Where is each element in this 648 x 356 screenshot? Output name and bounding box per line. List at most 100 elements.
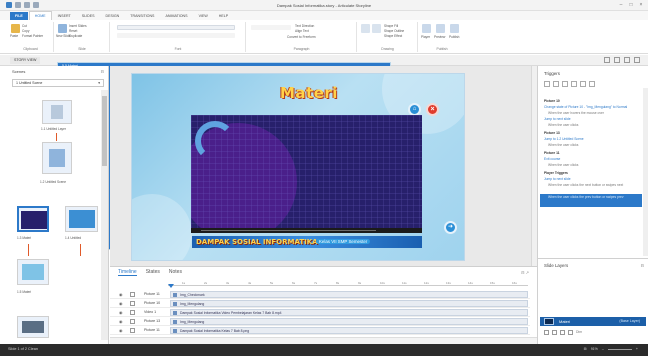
layout-icon[interactable]: [614, 57, 620, 63]
tab-help[interactable]: HELP: [214, 12, 233, 20]
trigger-condition[interactable]: When the user clicks: [544, 163, 578, 167]
slide-canvas[interactable]: Materi ⌂ × DAMPAK SOSIAL INFORMATIKA Kel…: [131, 73, 465, 261]
tab-insert[interactable]: INSERT: [53, 12, 76, 20]
zoom-out-icon[interactable]: –: [602, 347, 604, 351]
trigger-action[interactable]: Jump to next slide: [544, 177, 571, 181]
duplicate-button[interactable]: Duplicate: [69, 34, 82, 38]
eye-icon[interactable]: ◉: [119, 319, 123, 324]
lock-icon[interactable]: [130, 292, 135, 297]
trigger-group-header[interactable]: Picture 10: [544, 99, 560, 103]
copy-trigger-icon[interactable]: [562, 81, 568, 87]
delete-layer-icon[interactable]: [560, 330, 565, 335]
trigger-action-selected[interactable]: Jump to previous slide: [544, 189, 577, 193]
arrange-icon[interactable]: [361, 24, 370, 33]
timeline-row[interactable]: ◉ Picture 11 Dampak Sosial Informatika K…: [110, 326, 530, 335]
video-progress-bar[interactable]: [201, 230, 376, 231]
trigger-action[interactable]: Jump to 1.2 Untitled Scene: [544, 137, 584, 141]
scene-thumb[interactable]: [42, 142, 72, 174]
convert-button[interactable]: Convert to Freeform: [287, 35, 316, 39]
tab-animations[interactable]: ANIMATIONS: [160, 12, 192, 20]
tab-states[interactable]: States: [146, 269, 160, 276]
tab-slides[interactable]: SLIDES: [77, 12, 100, 20]
delete-trigger-icon[interactable]: [571, 81, 577, 87]
preview-button[interactable]: Preview: [434, 35, 445, 39]
timeline-row[interactable]: ◉ Video 1 Dampak Sosial Informatika Vide…: [110, 308, 530, 317]
eye-icon[interactable]: ◉: [119, 301, 123, 306]
next-arrow-icon[interactable]: ➜: [444, 221, 457, 234]
scene-thumb-selected[interactable]: [17, 206, 49, 232]
eye-icon[interactable]: ◉: [119, 328, 123, 333]
trigger-group-header[interactable]: Player Triggers: [544, 171, 568, 175]
paragraph-buttons[interactable]: [251, 25, 291, 30]
new-slide-icon[interactable]: [58, 24, 67, 33]
playhead[interactable]: [168, 284, 174, 288]
panel-pin-icon[interactable]: ⊟: [641, 263, 644, 268]
timeline-bar[interactable]: Img_Mengulang: [170, 300, 528, 307]
close-icon[interactable]: ×: [426, 103, 439, 116]
scene-thumb[interactable]: [17, 259, 49, 285]
tab-home[interactable]: HOME: [28, 11, 52, 20]
reset-button[interactable]: Reset: [69, 29, 77, 33]
align-text-button[interactable]: Align Text: [295, 29, 309, 33]
format-painter-button[interactable]: Format Painter: [22, 34, 43, 38]
player-icon[interactable]: [422, 24, 431, 33]
lock-icon[interactable]: [130, 301, 135, 306]
video-controls[interactable]: [191, 228, 422, 233]
zoom-slider[interactable]: [607, 348, 632, 350]
shape-outline-button[interactable]: Shape Outline: [384, 29, 404, 33]
edit-trigger-icon[interactable]: [553, 81, 559, 87]
zoom-in-icon[interactable]: +: [636, 347, 638, 351]
insert-slides-button[interactable]: Insert Slides: [69, 24, 87, 28]
trigger-condition[interactable]: When the user clicks the next button or …: [544, 183, 623, 187]
paste-label[interactable]: Paste: [10, 34, 18, 38]
timeline-ruler[interactable]: 1s 2s 3s 4s 5s 6s 7s 8s 9s 10s 11s 12s 1…: [168, 280, 528, 286]
slide-title[interactable]: Materi: [280, 84, 338, 102]
panel-pin-icon[interactable]: ⊟ ↗: [521, 270, 529, 275]
trigger-action[interactable]: Exit course: [544, 157, 560, 161]
triggers-scrollbar[interactable]: [643, 88, 648, 256]
quick-styles-icon[interactable]: [372, 24, 381, 33]
scenes-scroll-thumb[interactable]: [102, 96, 107, 166]
duplicate-layer-icon[interactable]: [552, 330, 557, 335]
text-direction-button[interactable]: Text Direction: [295, 24, 314, 28]
timeline-bar[interactable]: Img_Mengulang: [170, 318, 528, 325]
eye-icon[interactable]: ◉: [119, 292, 123, 297]
cut-button[interactable]: Cut: [22, 24, 27, 28]
lock-icon[interactable]: [130, 310, 135, 315]
tab-design[interactable]: DESIGN: [101, 12, 125, 20]
minimize-icon[interactable]: –: [618, 2, 624, 8]
scene-dropdown[interactable]: 1 Untitled Scene ▾: [12, 79, 104, 87]
eye-icon[interactable]: ◉: [119, 310, 123, 315]
new-trigger-icon[interactable]: [544, 81, 550, 87]
tab-file[interactable]: FILE: [10, 12, 28, 20]
base-layer-row[interactable]: Materi (Base Layer): [540, 317, 646, 326]
tab-view[interactable]: VIEW: [194, 12, 213, 20]
tab-notes[interactable]: Notes: [169, 269, 182, 276]
close-window-icon[interactable]: ×: [638, 2, 644, 8]
shape-fill-button[interactable]: Shape Fill: [384, 24, 398, 28]
scene-thumb[interactable]: [17, 316, 49, 338]
publish-icon[interactable]: [450, 24, 459, 33]
paste-icon[interactable]: [11, 24, 20, 33]
publish-button[interactable]: Publish: [449, 35, 459, 39]
maximize-icon[interactable]: □: [628, 2, 634, 8]
layout-icon[interactable]: [634, 57, 640, 63]
timeline-row[interactable]: ◉ Picture 10 Img_Mengulang: [110, 299, 530, 308]
preview-icon[interactable]: [436, 24, 445, 33]
checkbox-icon[interactable]: [568, 330, 573, 335]
lock-icon[interactable]: [130, 319, 135, 324]
tab-transitions[interactable]: TRANSITIONS: [125, 12, 159, 20]
scene-thumb[interactable]: [42, 100, 72, 124]
tab-timeline[interactable]: Timeline: [118, 269, 137, 276]
trigger-condition[interactable]: When the user hovers the mouse over: [544, 111, 604, 115]
font-format-buttons[interactable]: [117, 33, 235, 38]
trigger-condition[interactable]: When the user clicks: [544, 143, 578, 147]
timeline-row[interactable]: ◉ Picture 13 Img_Mengulang: [110, 317, 530, 326]
move-down-icon[interactable]: [589, 81, 595, 87]
timeline-bar[interactable]: Img_Checkmark: [170, 291, 528, 298]
trigger-action[interactable]: Change state of Picture 10 - "Img_Mengul…: [544, 105, 627, 109]
font-selector[interactable]: [117, 25, 235, 30]
video-player[interactable]: [191, 115, 422, 233]
story-view-button[interactable]: STORY VIEW: [10, 57, 41, 64]
panel-pin-icon[interactable]: ⊟: [101, 69, 104, 74]
